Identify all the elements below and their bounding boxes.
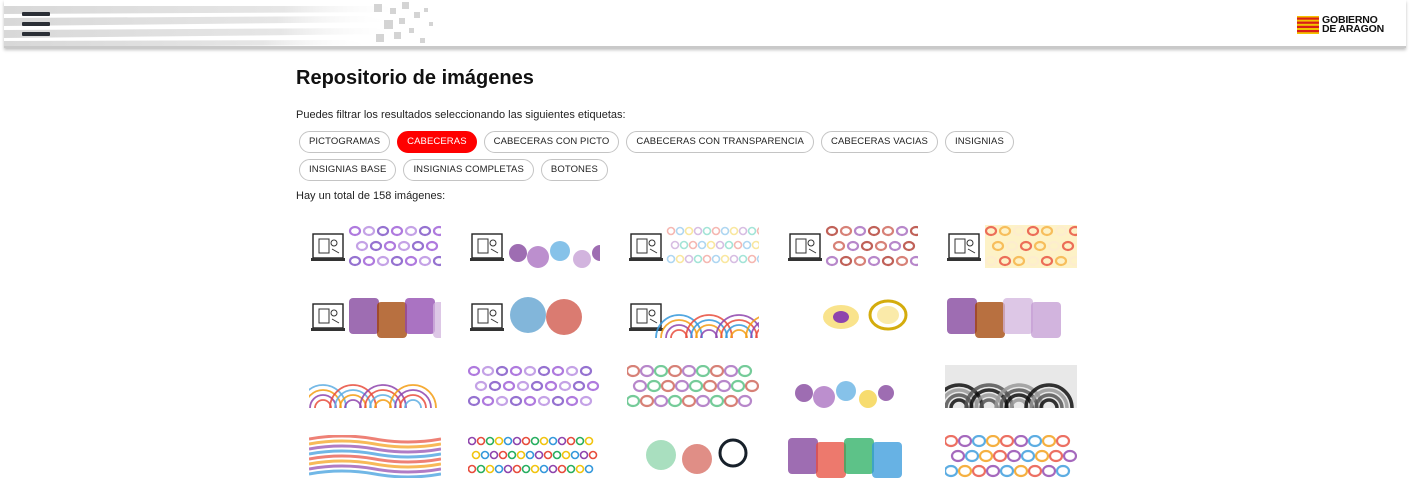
- image-thumbnail[interactable]: [309, 225, 441, 268]
- thumbnail-artwork: [311, 298, 441, 338]
- filter-intro-text: Puedes filtrar los resultados selecciona…: [296, 109, 626, 121]
- thumbnail-artwork: [947, 225, 1077, 268]
- image-thumbnail[interactable]: [468, 225, 600, 268]
- image-total-text: Hay un total de 158 imágenes:: [296, 190, 446, 202]
- thumbnail-artwork: [629, 303, 759, 338]
- image-thumbnail[interactable]: [468, 365, 600, 408]
- logo-line-2: DE ARAGON: [1322, 23, 1384, 35]
- tag-cabeceras[interactable]: CABECERAS: [397, 131, 477, 153]
- image-thumbnail[interactable]: [945, 365, 1077, 408]
- tag-filter-list: PICTOGRAMAS CABECERAS CABECERAS CON PICT…: [296, 131, 1086, 181]
- tag-cabeceras-con-picto[interactable]: CABECERAS CON PICTO: [483, 131, 620, 153]
- header-decorative-pattern: [4, 2, 433, 46]
- image-thumbnail[interactable]: [309, 365, 441, 408]
- thumbnail-artwork: [945, 365, 1077, 408]
- thumbnail-artwork: [627, 365, 759, 408]
- thumbnail-artwork: [468, 365, 600, 407]
- tag-cabeceras-vacias[interactable]: CABECERAS VACIAS: [820, 131, 938, 153]
- thumbnail-artwork: [309, 384, 437, 408]
- main-content: Repositorio de imágenes Puedes filtrar l…: [296, 64, 1096, 478]
- thumbnail-artwork: [311, 225, 441, 267]
- aragon-flag-icon: [1297, 16, 1320, 34]
- menu-bar: [22, 12, 50, 16]
- thumbnail-artwork: [470, 233, 600, 268]
- image-thumbnail[interactable]: [786, 295, 918, 338]
- thumbnail-artwork: [309, 435, 441, 478]
- image-thumbnail[interactable]: [945, 435, 1077, 478]
- thumbnail-artwork: [646, 438, 748, 474]
- thumbnail-artwork: [795, 381, 894, 408]
- thumbnail-artwork: [945, 435, 1077, 478]
- thumbnail-artwork: [468, 436, 598, 474]
- tag-pictogramas[interactable]: PICTOGRAMAS: [299, 131, 391, 153]
- thumbnail-artwork: [947, 298, 1061, 338]
- tag-insignias-base[interactable]: INSIGNIAS BASE: [299, 159, 397, 181]
- image-thumbnail[interactable]: [309, 295, 441, 338]
- menu-bar: [22, 32, 50, 36]
- gobierno-aragon-logo[interactable]: GOBIERNO DE ARAGON: [1297, 14, 1384, 36]
- image-thumbnail[interactable]: [786, 225, 918, 268]
- hamburger-menu-icon[interactable]: [22, 12, 50, 36]
- top-header: GOBIERNO DE ARAGON: [4, 0, 1406, 48]
- image-thumbnail[interactable]: [309, 435, 441, 478]
- image-thumbnail[interactable]: [468, 435, 600, 478]
- tag-botones[interactable]: BOTONES: [540, 159, 608, 181]
- page-title: Repositorio de imágenes: [296, 67, 534, 89]
- tag-insignias-completas[interactable]: INSIGNIAS COMPLETAS: [403, 159, 534, 181]
- logo-text: GOBIERNO DE ARAGON: [1322, 15, 1384, 35]
- thumbnail-artwork: [788, 225, 918, 267]
- thumbnail-artwork: [788, 438, 902, 478]
- image-thumbnail[interactable]: [786, 435, 918, 478]
- image-thumbnail[interactable]: [945, 225, 1077, 268]
- thumbnail-artwork: [629, 226, 759, 264]
- image-thumbnail[interactable]: [786, 365, 918, 408]
- tag-insignias[interactable]: INSIGNIAS: [944, 131, 1014, 153]
- menu-bar: [22, 22, 50, 26]
- image-thumbnail[interactable]: [945, 295, 1077, 338]
- image-thumbnail[interactable]: [627, 295, 759, 338]
- image-grid: [309, 225, 1096, 478]
- image-thumbnail[interactable]: [627, 365, 759, 408]
- thumbnail-artwork: [470, 297, 582, 335]
- tag-cabeceras-con-transparencia[interactable]: CABECERAS CON TRANSPARENCIA: [626, 131, 814, 153]
- image-thumbnail[interactable]: [627, 435, 759, 478]
- thumbnail-artwork: [823, 299, 908, 331]
- image-thumbnail[interactable]: [627, 225, 759, 268]
- image-thumbnail[interactable]: [468, 295, 600, 338]
